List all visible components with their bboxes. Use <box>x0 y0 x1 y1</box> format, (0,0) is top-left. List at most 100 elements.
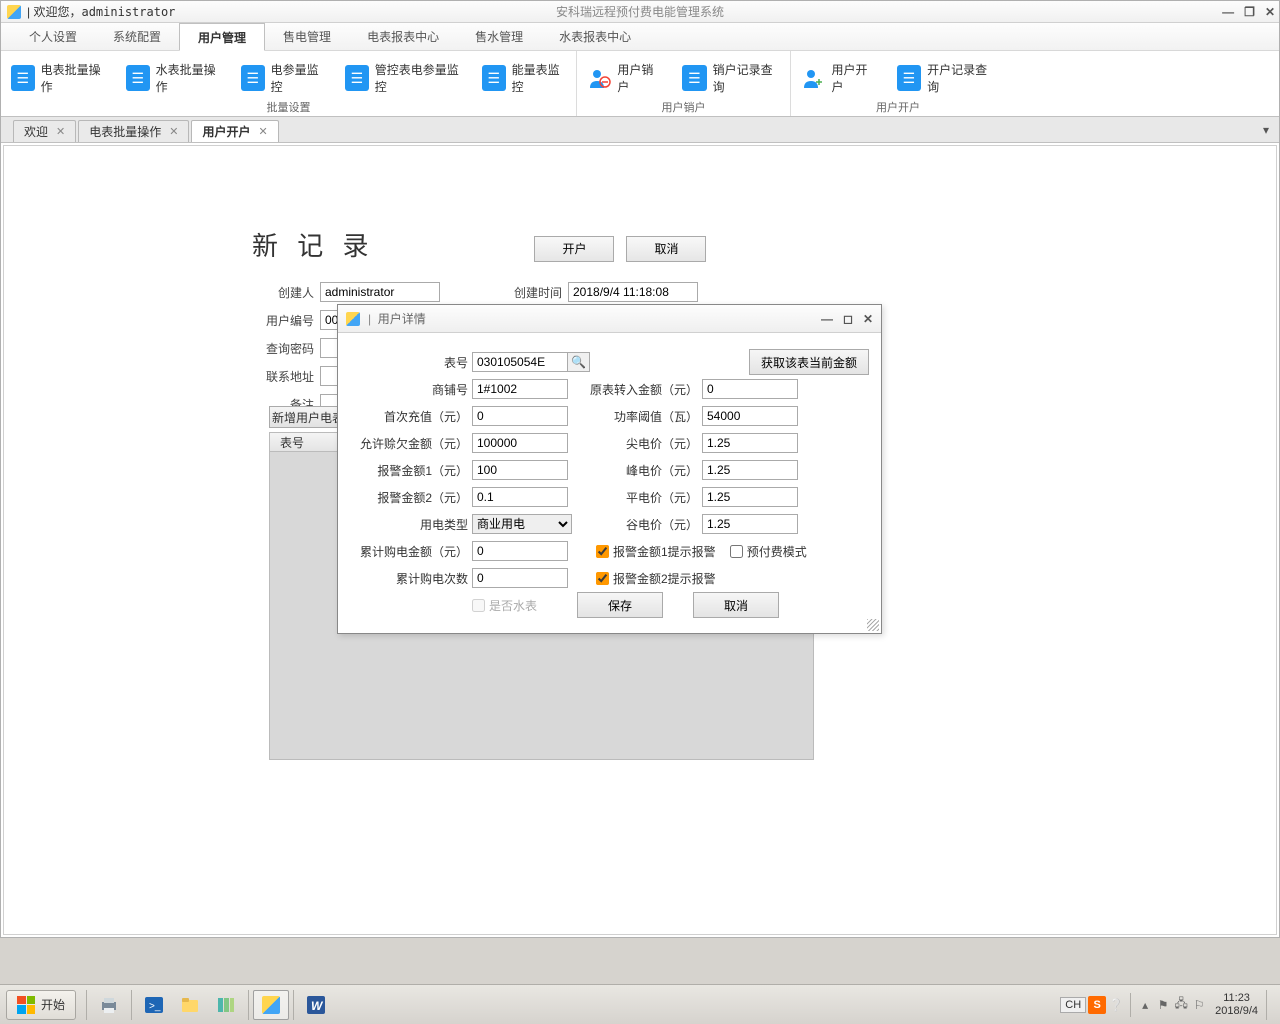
creator-field[interactable] <box>320 282 440 302</box>
list-icon: ☰ <box>345 65 369 91</box>
add-meter-button[interactable]: 新增用户电表 <box>269 406 347 428</box>
tray-action-icon[interactable]: ⚑ <box>1155 997 1171 1013</box>
tab-welcome[interactable]: 欢迎✕ <box>13 120 76 142</box>
menu-elec-report[interactable]: 电表报表中心 <box>349 23 457 50</box>
meter-field[interactable] <box>472 352 568 372</box>
resize-grip[interactable] <box>867 619 879 631</box>
ribbon-control-monitor[interactable]: ☰管控表电参量监控 <box>335 57 472 99</box>
orig-label: 原表转入金额（元） <box>590 381 698 398</box>
close-icon[interactable]: ✕ <box>258 125 267 138</box>
ribbon-water-batch[interactable]: ☰水表批量操作 <box>116 57 231 99</box>
close-button[interactable]: ✕ <box>1265 5 1275 19</box>
menu-sell-elec[interactable]: 售电管理 <box>265 23 349 50</box>
ribbon-elec-batch[interactable]: ☰电表批量操作 <box>1 57 116 99</box>
open-account-button[interactable]: 开户 <box>534 236 614 262</box>
search-icon: 🔍 <box>571 355 586 369</box>
app-title: 安科瑞远程预付费电能管理系统 <box>556 3 724 20</box>
prepaid-chk[interactable]: 预付费模式 <box>730 543 807 560</box>
flat-price-field[interactable] <box>702 487 798 507</box>
totalcnt-field[interactable] <box>472 568 568 588</box>
current-user: administrator <box>81 5 175 19</box>
menu-personal[interactable]: 个人设置 <box>11 23 95 50</box>
minimize-button[interactable]: — <box>1222 5 1234 19</box>
taskbar-printer[interactable] <box>91 990 127 1020</box>
meter-search-button[interactable]: 🔍 <box>568 352 590 372</box>
water-meter-chk[interactable]: 是否水表 <box>472 597 537 614</box>
dialog-titlebar: | 用户详情 — ◻ ✕ <box>338 305 881 333</box>
list-icon: ☰ <box>482 65 506 91</box>
alarm2-chk[interactable]: 报警金额2提示报警 <box>596 570 716 587</box>
clock[interactable]: 11:23 2018/9/4 <box>1209 992 1264 1018</box>
peak-price-field[interactable] <box>702 460 798 480</box>
ribbon-close-account[interactable]: 用户销户 <box>577 57 672 99</box>
peak-label: 峰电价（元） <box>590 462 698 479</box>
shop-field[interactable] <box>472 379 568 399</box>
tray-flag-icon[interactable]: ⚐ <box>1191 997 1207 1013</box>
menubar: 个人设置 系统配置 用户管理 售电管理 电表报表中心 售水管理 水表报表中心 <box>1 23 1279 51</box>
person-minus-icon <box>587 65 611 91</box>
svg-text:>_: >_ <box>149 1001 161 1012</box>
dialog-close[interactable]: ✕ <box>863 312 873 326</box>
dialog-maximize[interactable]: ◻ <box>843 312 853 326</box>
close-icon[interactable]: ✕ <box>169 125 178 138</box>
power-field[interactable] <box>702 406 798 426</box>
menu-system[interactable]: 系统配置 <box>95 23 179 50</box>
alarm1-chk[interactable]: 报警金额1提示报警 <box>596 543 716 560</box>
show-desktop-button[interactable] <box>1266 990 1274 1020</box>
ribbon-close-records[interactable]: ☰销户记录查询 <box>672 57 790 99</box>
flat-label: 平电价（元） <box>590 489 698 506</box>
alarm1-label: 报警金额1（元） <box>350 462 468 479</box>
arrear-label: 允许赊欠金额（元） <box>350 435 468 452</box>
orig-field[interactable] <box>702 379 798 399</box>
person-plus-icon <box>801 65 825 91</box>
ribbon-open-account[interactable]: 用户开户 <box>791 57 887 99</box>
taskbar: 开始 >_ W CH S ❔ ▴ ⚑ 🖧 ⚐ 11:23 2018/9/4 <box>0 984 1280 1024</box>
ribbon-energy-monitor[interactable]: ☰能量表监控 <box>472 57 576 99</box>
tab-open-account[interactable]: 用户开户✕ <box>191 120 278 142</box>
alarm1-field[interactable] <box>472 460 568 480</box>
ribbon-open-records[interactable]: ☰开户记录查询 <box>887 57 1005 99</box>
tip-price-field[interactable] <box>702 433 798 453</box>
cancel-button[interactable]: 取消 <box>626 236 706 262</box>
totalcnt-label: 累计购电次数 <box>350 570 468 587</box>
created-field[interactable] <box>568 282 698 302</box>
dialog-minimize[interactable]: — <box>821 312 833 326</box>
user-detail-dialog: | 用户详情 — ◻ ✕ 表号 🔍 获取该表当前金额 商铺号 首次充值（元） 允… <box>337 304 882 634</box>
close-icon[interactable]: ✕ <box>56 125 65 138</box>
help-icon[interactable]: ❔ <box>1108 997 1124 1013</box>
type-select[interactable]: 商业用电 <box>472 514 572 534</box>
language-indicator[interactable]: CH <box>1060 997 1086 1013</box>
ime-icon[interactable]: S <box>1088 996 1106 1014</box>
save-button[interactable]: 保存 <box>577 592 663 618</box>
taskbar-explorer[interactable] <box>172 990 208 1020</box>
start-button[interactable]: 开始 <box>6 990 76 1020</box>
taskbar-word[interactable]: W <box>298 990 334 1020</box>
alarm2-field[interactable] <box>472 487 568 507</box>
taskbar-libraries[interactable] <box>208 990 244 1020</box>
menu-water-report[interactable]: 水表报表中心 <box>541 23 649 50</box>
windows-logo-icon <box>17 996 35 1014</box>
list-icon: ☰ <box>682 65 706 91</box>
dialog-title: 用户详情 <box>378 310 426 327</box>
totalamt-field[interactable] <box>472 541 568 561</box>
valley-price-field[interactable] <box>702 514 798 534</box>
taskbar-app[interactable] <box>253 990 289 1020</box>
type-label: 用电类型 <box>350 516 468 533</box>
power-label: 功率阈值（瓦） <box>590 408 698 425</box>
tab-elec-batch[interactable]: 电表批量操作✕ <box>78 120 189 142</box>
first-recharge-field[interactable] <box>472 406 568 426</box>
valley-label: 谷电价（元） <box>590 516 698 533</box>
dialog-cancel-button[interactable]: 取消 <box>693 592 779 618</box>
ribbon-elec-monitor[interactable]: ☰电参量监控 <box>231 57 335 99</box>
tabs-dropdown[interactable]: ▾ <box>1263 123 1269 137</box>
taskbar-powershell[interactable]: >_ <box>136 990 172 1020</box>
tray-chevron[interactable]: ▴ <box>1137 997 1153 1013</box>
menu-user-mgmt[interactable]: 用户管理 <box>179 23 265 51</box>
menu-sell-water[interactable]: 售水管理 <box>457 23 541 50</box>
fetch-amount-button[interactable]: 获取该表当前金额 <box>749 349 869 375</box>
arrear-field[interactable] <box>472 433 568 453</box>
list-icon: ☰ <box>241 65 265 91</box>
userno-label: 用户编号 <box>252 312 314 329</box>
tray-network-icon[interactable]: 🖧 <box>1173 997 1189 1013</box>
maximize-button[interactable]: ❐ <box>1244 5 1255 19</box>
